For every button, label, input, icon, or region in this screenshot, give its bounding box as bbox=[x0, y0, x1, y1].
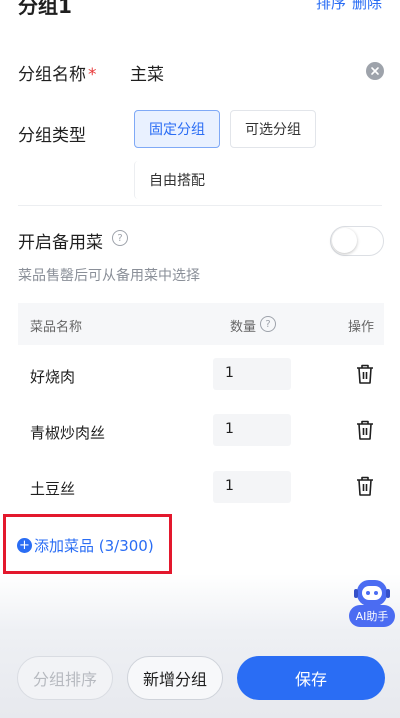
quantity-input[interactable]: 1 bbox=[213, 414, 291, 446]
col-action: 操作 bbox=[348, 320, 375, 335]
type-option-fixed[interactable]: 固定分组 bbox=[134, 110, 220, 148]
trash-icon[interactable] bbox=[355, 419, 375, 441]
ai-robot-icon bbox=[354, 580, 390, 606]
group-header: 分组1 排序 删除 bbox=[0, 0, 400, 20]
trash-icon[interactable] bbox=[355, 475, 375, 497]
group-name-label: 分组名称 * bbox=[18, 60, 97, 85]
dish-table-header: 菜品名称 数量 ? 操作 bbox=[18, 303, 384, 345]
group-name-label-text: 分组名称 bbox=[18, 65, 86, 85]
col-dish-name: 菜品名称 bbox=[30, 320, 83, 335]
toggle-knob bbox=[332, 228, 357, 253]
trash-icon[interactable] bbox=[355, 363, 375, 385]
help-icon[interactable]: ? bbox=[260, 316, 276, 332]
add-group-button[interactable]: 新增分组 bbox=[127, 656, 223, 700]
quantity-input[interactable]: 1 bbox=[213, 358, 291, 390]
dish-name: 青椒炒肉丝 bbox=[30, 424, 106, 442]
ai-assistant-label: AI助手 bbox=[349, 605, 395, 627]
quantity-input[interactable]: 1 bbox=[213, 471, 291, 503]
required-mark: * bbox=[88, 65, 97, 85]
divider bbox=[18, 205, 382, 206]
backup-dish-label: 开启备用菜 bbox=[18, 233, 103, 253]
sort-link[interactable]: 排序 bbox=[316, 0, 346, 12]
col-quantity: 数量 bbox=[230, 320, 257, 335]
ai-assistant-button[interactable]: AI助手 bbox=[349, 578, 395, 630]
save-button[interactable]: 保存 bbox=[237, 656, 385, 700]
group-name-input[interactable]: 主菜 bbox=[130, 60, 164, 85]
clear-icon[interactable] bbox=[366, 62, 384, 80]
backup-toggle[interactable] bbox=[330, 226, 384, 256]
dish-name: 好烧肉 bbox=[30, 368, 76, 386]
backup-hint: 菜品售罄后可从备用菜中选择 bbox=[18, 268, 200, 284]
group-title: 分组1 bbox=[18, 0, 72, 18]
group-sort-button[interactable]: 分组排序 bbox=[17, 656, 113, 700]
type-option-free[interactable]: 自由搭配 bbox=[134, 161, 230, 199]
highlight-annotation bbox=[3, 514, 172, 574]
type-option-optional[interactable]: 可选分组 bbox=[230, 110, 316, 148]
dish-name: 土豆丝 bbox=[30, 480, 76, 498]
header-links: 排序 删除 bbox=[310, 0, 382, 13]
help-icon[interactable]: ? bbox=[112, 230, 128, 246]
group-type-label: 分组类型 bbox=[18, 126, 86, 146]
delete-link[interactable]: 删除 bbox=[352, 0, 382, 12]
